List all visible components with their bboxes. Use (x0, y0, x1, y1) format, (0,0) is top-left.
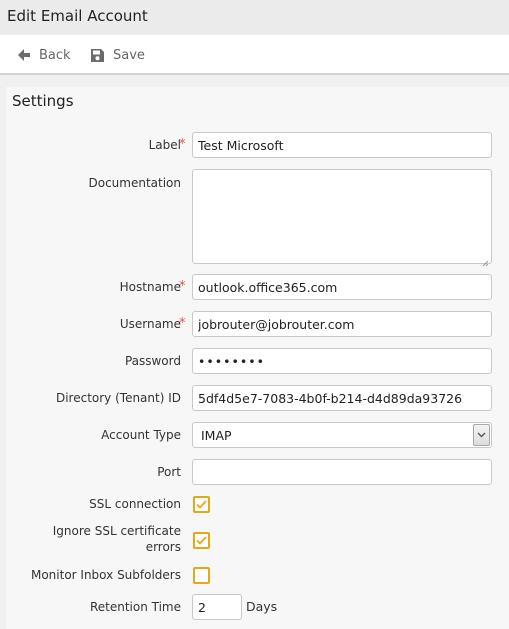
label-input[interactable] (192, 132, 492, 158)
save-button[interactable]: Save (90, 46, 145, 64)
required-marker: * (179, 137, 186, 152)
password-label: Password (124, 354, 181, 368)
tenant-id-label: Directory (Tenant) ID (55, 391, 181, 405)
documentation-textarea[interactable] (192, 169, 492, 264)
chevron-down-icon[interactable] (473, 424, 490, 446)
window-title: Edit Email Account (7, 7, 148, 25)
hostname-input[interactable] (192, 274, 492, 300)
title-bar: Edit Email Account (0, 0, 509, 35)
username-label: Username (119, 317, 181, 331)
ssl-connection-checkbox[interactable] (193, 496, 210, 513)
retention-time-unit: Days (246, 599, 278, 614)
account-type-value: IMAP (201, 428, 232, 443)
ignore-ssl-errors-checkbox[interactable] (193, 532, 210, 549)
ssl-connection-label: SSL connection (89, 497, 181, 511)
save-label: Save (113, 47, 145, 63)
hostname-label: Hostname (119, 280, 181, 294)
password-input[interactable] (192, 348, 492, 374)
documentation-label: Documentation (88, 176, 181, 190)
settings-panel: Settings Label * Documentation Hostname … (6, 87, 509, 629)
panel-title: Settings (12, 92, 74, 110)
back-label: Back (39, 47, 71, 63)
retention-time-input[interactable] (192, 594, 242, 620)
username-input[interactable] (192, 311, 492, 337)
monitor-subfolders-label: Monitor Inbox Subfolders (30, 568, 181, 582)
account-type-label: Account Type (101, 428, 181, 442)
retention-time-label: Retention Time (89, 600, 181, 614)
toolbar: Back Save (0, 35, 509, 75)
required-marker: * (179, 279, 186, 294)
required-marker: * (179, 316, 186, 331)
label-field-label: Label (148, 138, 181, 152)
back-button[interactable]: Back (17, 46, 71, 64)
account-type-select[interactable]: IMAP (192, 422, 492, 448)
floppy-disk-icon (90, 48, 105, 63)
ignore-ssl-errors-label: Ignore SSL certificate errors (52, 524, 181, 554)
monitor-subfolders-checkbox[interactable] (193, 567, 210, 584)
arrow-left-icon (17, 48, 31, 62)
port-label: Port (157, 465, 181, 479)
port-input[interactable] (192, 459, 492, 485)
tenant-id-input[interactable] (192, 385, 492, 411)
checkmark-icon (196, 536, 207, 545)
checkmark-icon (196, 500, 207, 509)
resize-handle-icon[interactable] (482, 252, 489, 267)
